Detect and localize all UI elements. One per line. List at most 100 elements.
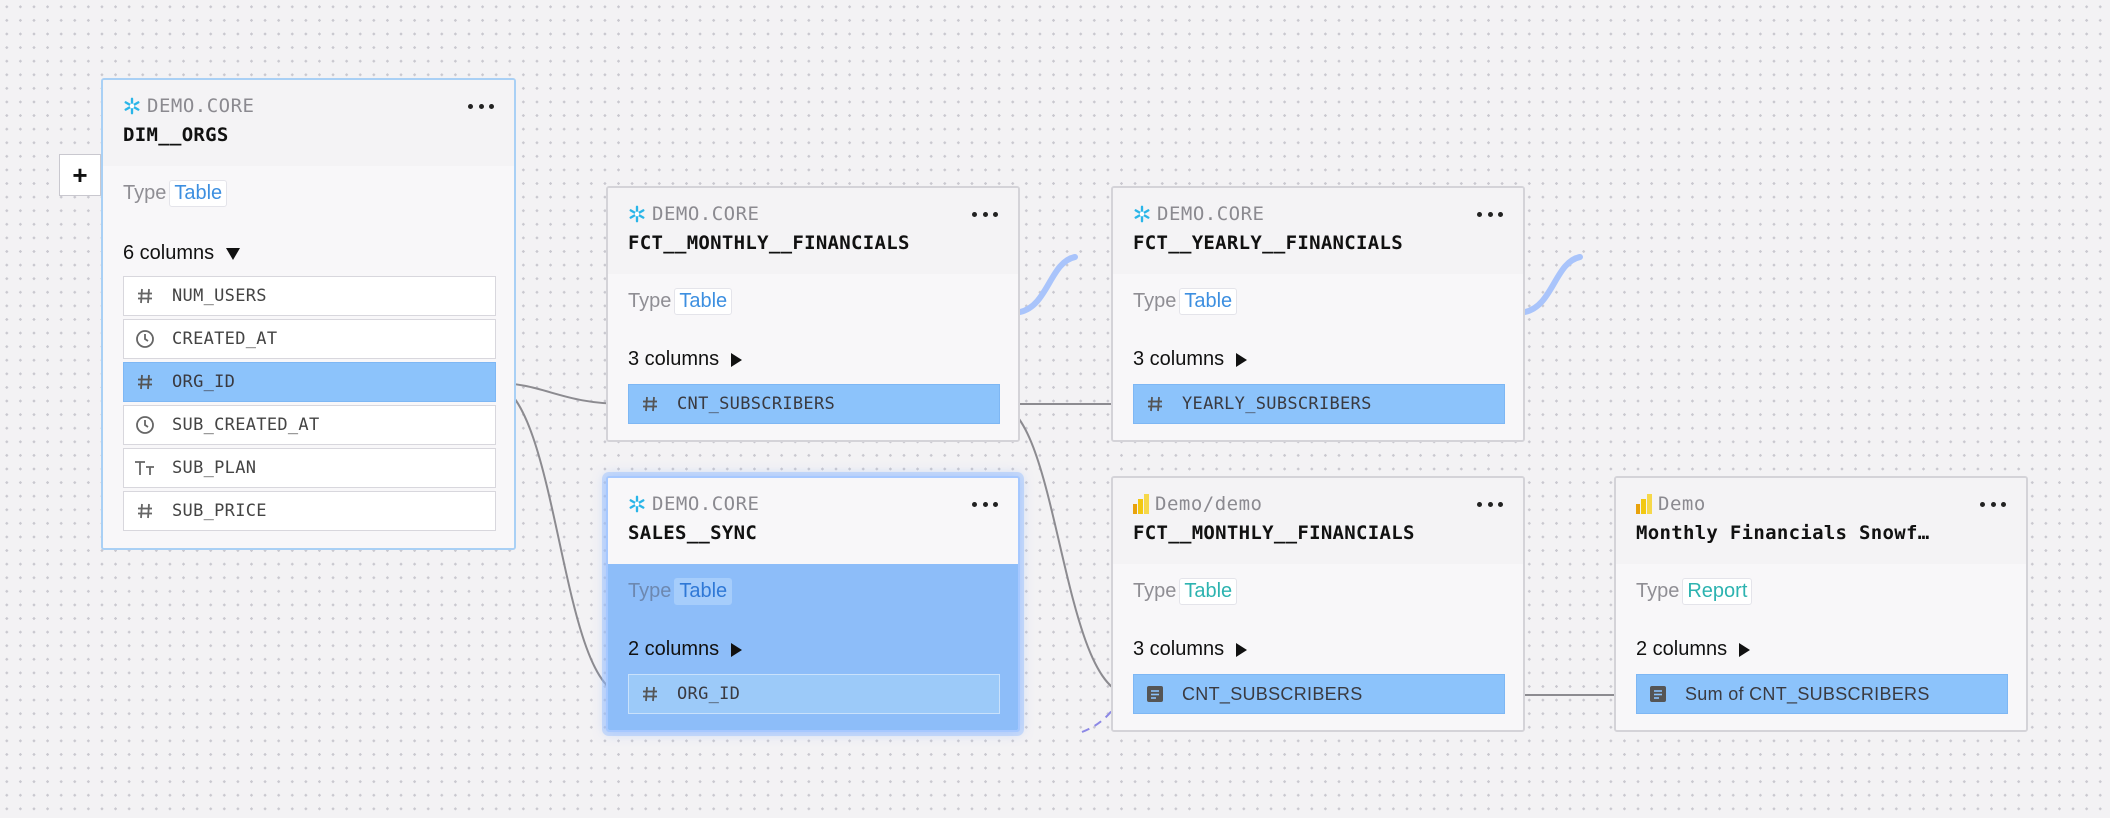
- column-row[interactable]: ORG_ID: [628, 674, 1000, 714]
- more-menu-icon[interactable]: [468, 102, 494, 110]
- column-name: CREATED_AT: [172, 329, 278, 349]
- column-name: YEARLY_SUBSCRIBERS: [1182, 394, 1372, 414]
- add-node-button[interactable]: +: [59, 154, 101, 196]
- type-label: Type: [1636, 580, 1680, 602]
- type-row: Type Table: [628, 288, 733, 315]
- type-row: Type Table: [123, 180, 228, 207]
- node-pbi-report[interactable]: Demo Monthly Financials Snowf… Type Repo…: [1614, 476, 2028, 732]
- source-text: Demo: [1658, 493, 1706, 515]
- caret-right-icon: [1236, 642, 1248, 657]
- source-label: DEMO.CORE: [1133, 202, 1264, 226]
- powerbi-icon: [1133, 494, 1149, 514]
- source-label: DEMO.CORE: [628, 492, 759, 516]
- columns-toggle[interactable]: 3 columns: [1133, 638, 1248, 661]
- column-row[interactable]: NUM_USERS: [123, 276, 496, 316]
- column-name: ORG_ID: [677, 684, 741, 704]
- column-row[interactable]: CNT_SUBSCRIBERS: [1133, 674, 1505, 714]
- column-row[interactable]: YEARLY_SUBSCRIBERS: [1133, 384, 1505, 424]
- type-value[interactable]: Table: [1179, 578, 1238, 605]
- columns-toggle[interactable]: 3 columns: [1133, 348, 1248, 371]
- caret-down-icon: [226, 247, 241, 260]
- node-header: Demo Monthly Financials Snowf…: [1616, 478, 2026, 564]
- column-row[interactable]: ORG_ID: [123, 362, 496, 402]
- columns-count: 2 columns: [1636, 638, 1728, 660]
- more-menu-icon[interactable]: [1477, 500, 1503, 508]
- columns-toggle[interactable]: 2 columns: [628, 638, 743, 661]
- more-menu-icon[interactable]: [972, 500, 998, 508]
- columns-count: 3 columns: [628, 348, 720, 370]
- node-header: DEMO.CORE SALES__SYNC: [608, 478, 1018, 564]
- more-menu-icon[interactable]: [1980, 500, 2006, 508]
- column-row[interactable]: CREATED_AT: [123, 319, 496, 359]
- column-row[interactable]: CNT_SUBSCRIBERS: [628, 384, 1000, 424]
- columns-count: 3 columns: [1133, 348, 1225, 370]
- type-label: Type: [1133, 580, 1177, 602]
- column-name: CNT_SUBSCRIBERS: [1182, 683, 1363, 704]
- type-value[interactable]: Table: [674, 578, 733, 605]
- type-label: Type: [628, 290, 672, 312]
- edge-collapsed-monthly: [1017, 254, 1078, 315]
- source-text: DEMO.CORE: [147, 95, 255, 117]
- node-title: SALES__SYNC: [628, 522, 758, 544]
- column-name: SUB_CREATED_AT: [172, 415, 320, 435]
- column-row[interactable]: SUB_CREATED_AT: [123, 405, 496, 445]
- node-body: Type Table 3 columns CNT_SUBSCRIBERS: [1113, 564, 1523, 730]
- column-name: NUM_USERS: [172, 286, 267, 306]
- type-row: Type Report: [1636, 578, 1753, 605]
- source-text: DEMO.CORE: [652, 493, 760, 515]
- measure-icon: [1645, 685, 1671, 703]
- type-row: Type Table: [1133, 578, 1238, 605]
- node-sales-sync[interactable]: DEMO.CORE SALES__SYNC Type Table 2 colum…: [606, 476, 1020, 732]
- node-header: DEMO.CORE FCT__MONTHLY__FINANCIALS: [608, 188, 1018, 274]
- snowflake-icon: [123, 97, 141, 115]
- column-row[interactable]: SUB_PLAN: [123, 448, 496, 488]
- node-body: Type Table 3 columns CNT_SUBSCRIBERS: [608, 274, 1018, 440]
- caret-right-icon: [1236, 352, 1248, 367]
- source-label: DEMO.CORE: [628, 202, 759, 226]
- column-name: SUB_PLAN: [172, 458, 257, 478]
- source-label: Demo: [1636, 492, 1706, 516]
- source-label: Demo/demo: [1133, 492, 1262, 516]
- node-fct-monthly-financials[interactable]: DEMO.CORE FCT__MONTHLY__FINANCIALS Type …: [606, 186, 1020, 442]
- column-row[interactable]: SUB_PRICE: [123, 491, 496, 531]
- measure-icon: [1142, 685, 1168, 703]
- edge-collapsed-yearly: [1522, 254, 1583, 315]
- type-value[interactable]: Table: [674, 288, 733, 315]
- node-pbi-dataset[interactable]: Demo/demo FCT__MONTHLY__FINANCIALS Type …: [1111, 476, 1525, 732]
- type-value[interactable]: Table: [1179, 288, 1238, 315]
- columns-toggle[interactable]: 3 columns: [628, 348, 743, 371]
- columns-toggle[interactable]: 6 columns: [123, 242, 241, 265]
- hash-icon: [132, 287, 158, 305]
- more-menu-icon[interactable]: [972, 210, 998, 218]
- columns-toggle[interactable]: 2 columns: [1636, 638, 1751, 661]
- node-body: Type Report 2 columns Sum of CNT_SUBSCRI…: [1616, 564, 2026, 730]
- node-header: DEMO.CORE DIM__ORGS: [103, 80, 514, 166]
- type-value[interactable]: Table: [169, 180, 228, 207]
- more-menu-icon[interactable]: [1477, 210, 1503, 218]
- clock-icon: [132, 329, 158, 349]
- columns-count: 3 columns: [1133, 638, 1225, 660]
- node-fct-yearly-financials[interactable]: DEMO.CORE FCT__YEARLY__FINANCIALS Type T…: [1111, 186, 1525, 442]
- column-name: Sum of CNT_SUBSCRIBERS: [1685, 683, 1930, 704]
- node-title: DIM__ORGS: [123, 124, 229, 146]
- type-label: Type: [1133, 290, 1177, 312]
- node-title: FCT__YEARLY__FINANCIALS: [1133, 232, 1403, 254]
- column-name: ORG_ID: [172, 372, 236, 392]
- node-dim-orgs[interactable]: DEMO.CORE DIM__ORGS Type Table 6 columns…: [101, 78, 516, 550]
- lineage-canvas[interactable]: + DEMO.CORE DIM__ORGS Type Table 6 colum…: [0, 0, 2110, 818]
- node-body: Type Table 6 columns NUM_USERS CREATED_A…: [103, 166, 514, 548]
- snowflake-icon: [628, 495, 646, 513]
- column-name: CNT_SUBSCRIBERS: [677, 394, 836, 414]
- source-text: Demo/demo: [1155, 493, 1263, 515]
- text-type-icon: [132, 459, 158, 477]
- type-row: Type Table: [628, 578, 733, 605]
- node-title: FCT__MONTHLY__FINANCIALS: [628, 232, 910, 254]
- hash-icon: [132, 373, 158, 391]
- column-row[interactable]: Sum of CNT_SUBSCRIBERS: [1636, 674, 2008, 714]
- type-value[interactable]: Report: [1682, 578, 1753, 605]
- caret-right-icon: [1739, 642, 1751, 657]
- column-name: SUB_PRICE: [172, 501, 267, 521]
- node-header: Demo/demo FCT__MONTHLY__FINANCIALS: [1113, 478, 1523, 564]
- source-text: DEMO.CORE: [652, 203, 760, 225]
- hash-icon: [637, 685, 663, 703]
